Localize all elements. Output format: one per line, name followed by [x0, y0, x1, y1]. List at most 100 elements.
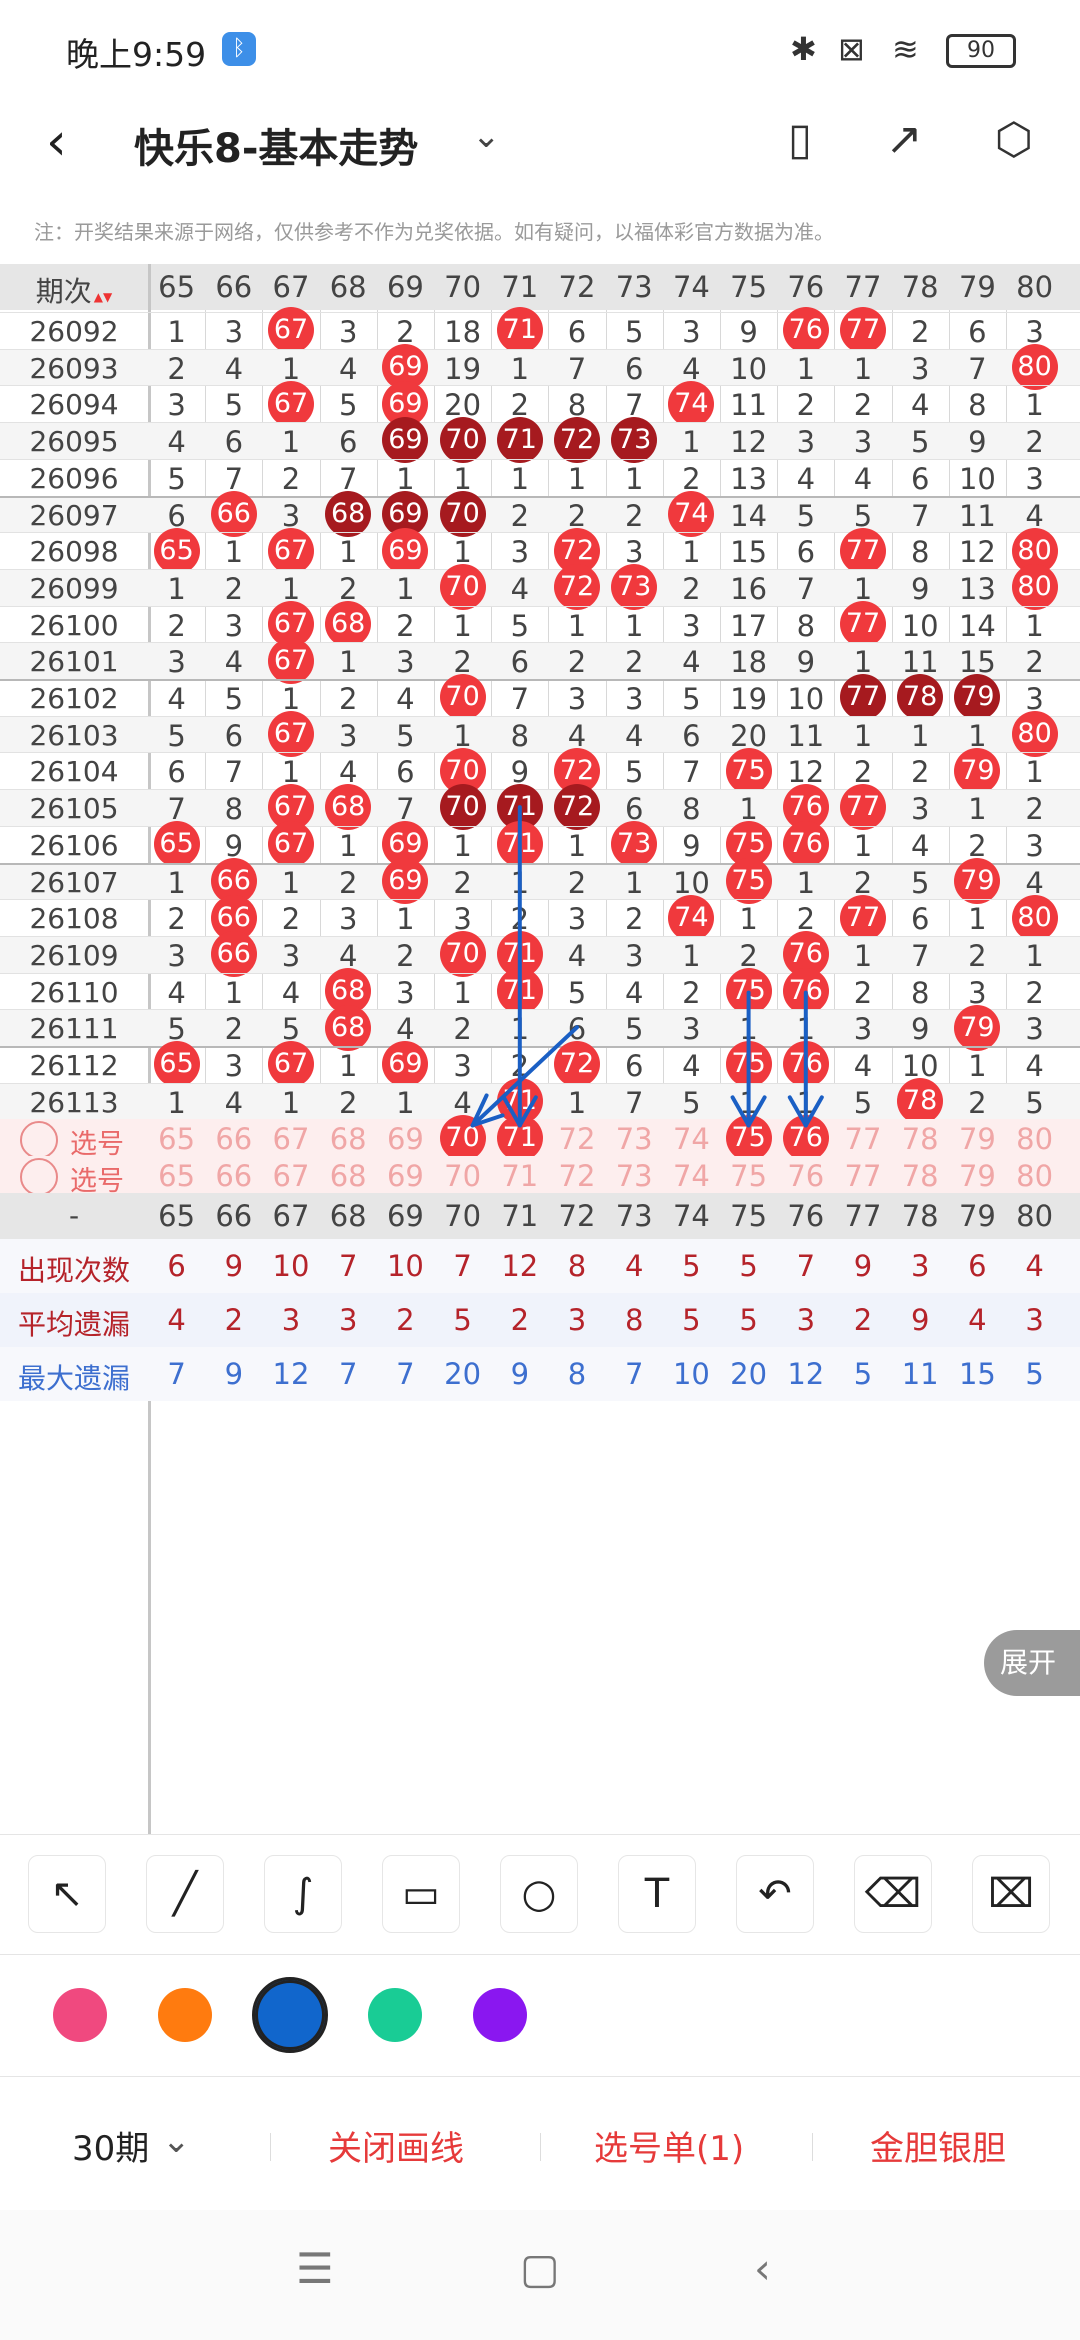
- omission-count: 2: [1025, 645, 1044, 680]
- selectable-number[interactable]: 65: [149, 1122, 205, 1156]
- selectable-number[interactable]: 67: [263, 1122, 319, 1156]
- stats-value: 20: [730, 1356, 768, 1391]
- stats-value: 12: [787, 1356, 825, 1391]
- selectable-number[interactable]: 80: [1007, 1122, 1063, 1156]
- select-row-radio[interactable]: [20, 1158, 58, 1197]
- home-icon[interactable]: ▢: [520, 2244, 560, 2293]
- omission-count: 1: [567, 828, 587, 863]
- color-swatch[interactable]: [158, 1988, 212, 2042]
- expand-button[interactable]: 展开: [984, 1630, 1080, 1696]
- omission-count: 3: [338, 315, 358, 349]
- omission-count: 6: [910, 461, 930, 496]
- selectable-number[interactable]: 74: [663, 1122, 719, 1156]
- column-header: 71: [501, 270, 539, 304]
- circle-tool[interactable]: ○: [500, 1855, 578, 1933]
- drawn-number-ball: 68: [325, 1004, 372, 1051]
- selectable-number[interactable]: 73: [606, 1159, 662, 1193]
- wifi-icon: ≋: [892, 30, 919, 68]
- color-swatch[interactable]: [252, 1977, 328, 2053]
- stats-value: 11: [901, 1356, 939, 1391]
- page-title[interactable]: 快乐8-基本走势: [134, 116, 418, 174]
- undo-tool[interactable]: ↶: [736, 1855, 814, 1933]
- selectable-number[interactable]: 74: [663, 1159, 719, 1193]
- selectable-number[interactable]: 65: [149, 1159, 205, 1193]
- selectable-number[interactable]: 72: [549, 1159, 605, 1193]
- selected-number-ball[interactable]: 71: [496, 1114, 543, 1161]
- omission-count: 5: [224, 388, 244, 423]
- footer-column-header: 71: [501, 1198, 539, 1233]
- selectable-number[interactable]: 68: [320, 1159, 376, 1193]
- selectable-number[interactable]: 73: [606, 1122, 662, 1156]
- close-lines-button[interactable]: 关闭画线: [328, 2121, 464, 2170]
- selectable-number[interactable]: 79: [949, 1122, 1005, 1156]
- clear-tool[interactable]: ⌧: [972, 1855, 1050, 1933]
- omission-count: 19: [444, 351, 482, 386]
- selectable-number[interactable]: 71: [492, 1159, 548, 1193]
- drawn-number-ball: 70: [439, 564, 486, 611]
- selectable-number[interactable]: 68: [320, 1122, 376, 1156]
- selectable-number[interactable]: 70: [435, 1159, 491, 1193]
- back-button[interactable]: ‹: [46, 112, 67, 172]
- chevron-down-icon[interactable]: ⌄: [472, 116, 501, 156]
- select-arrow-tool[interactable]: ↖: [28, 1855, 106, 1933]
- omission-count: 10: [901, 608, 939, 643]
- back-icon[interactable]: ‹: [754, 2244, 771, 2293]
- text-tool[interactable]: T: [618, 1855, 696, 1933]
- stats-value: 3: [910, 1248, 930, 1283]
- drawn-number-ball: 74: [668, 894, 715, 941]
- curve-tool[interactable]: ∫: [264, 1855, 342, 1933]
- selectable-number[interactable]: 72: [549, 1122, 605, 1156]
- line-tool[interactable]: ╱: [146, 1855, 224, 1933]
- omission-count: 10: [958, 461, 996, 496]
- sort-icon[interactable]: ▲▼: [94, 290, 112, 304]
- selectable-number[interactable]: 66: [206, 1159, 262, 1193]
- color-swatch[interactable]: [368, 1988, 422, 2042]
- omission-count: 3: [167, 388, 186, 423]
- gold-silver-button[interactable]: 金胆银胆: [870, 2121, 1006, 2170]
- menu-icon[interactable]: ☰: [296, 2244, 334, 2293]
- selected-number-ball[interactable]: 75: [725, 1114, 772, 1161]
- omission-count: 1: [567, 1085, 587, 1120]
- selectable-number[interactable]: 78: [892, 1122, 948, 1156]
- selectable-number[interactable]: 79: [949, 1159, 1005, 1193]
- eraser-tool[interactable]: ⌫: [854, 1855, 932, 1933]
- omission-count: 5: [682, 682, 701, 716]
- rectangle-tool[interactable]: ▭: [382, 1855, 460, 1933]
- period-select[interactable]: 30期: [72, 2121, 149, 2170]
- omission-count: 9: [739, 315, 758, 349]
- selected-number-ball[interactable]: 76: [782, 1114, 829, 1161]
- color-swatch[interactable]: [53, 1988, 107, 2042]
- omission-count: 4: [567, 938, 587, 973]
- omission-count: 2: [853, 388, 873, 423]
- row-divider: [0, 312, 1080, 313]
- stats-value: 12: [501, 1248, 539, 1283]
- selectable-number[interactable]: 69: [377, 1122, 433, 1156]
- table-row-period: 26093: [29, 351, 119, 385]
- selectable-number[interactable]: 78: [892, 1159, 948, 1193]
- settings-icon[interactable]: ⬡: [986, 112, 1042, 168]
- omission-count: 1: [396, 1085, 415, 1120]
- stats-value: 4: [167, 1302, 186, 1337]
- drawn-number-ball: 71: [496, 307, 543, 354]
- selection-list-button[interactable]: 选号单(1): [594, 2121, 744, 2170]
- stats-value: 5: [453, 1302, 472, 1337]
- share-icon[interactable]: ↗: [876, 112, 932, 168]
- table-row-period: 26112: [29, 1049, 119, 1082]
- bluetooth-app-badge-icon: ᛒ: [222, 32, 256, 66]
- selectable-number[interactable]: 77: [835, 1159, 891, 1193]
- selectable-number[interactable]: 75: [721, 1159, 777, 1193]
- selectable-number[interactable]: 76: [778, 1159, 834, 1193]
- selectable-number[interactable]: 67: [263, 1159, 319, 1193]
- row-divider: [0, 1009, 1080, 1011]
- omission-count: 2: [167, 902, 186, 937]
- selectable-number[interactable]: 69: [377, 1159, 433, 1193]
- color-swatch[interactable]: [473, 1988, 527, 2042]
- omission-count: 7: [796, 571, 816, 606]
- selected-number-ball[interactable]: 70: [439, 1114, 486, 1161]
- chevron-down-icon[interactable]: ⌄: [162, 2121, 191, 2161]
- selectable-number[interactable]: 77: [835, 1122, 891, 1156]
- selectable-number[interactable]: 66: [206, 1122, 262, 1156]
- phone-rotate-icon[interactable]: ▯: [772, 112, 828, 168]
- selectable-number[interactable]: 80: [1007, 1159, 1063, 1193]
- omission-count: 1: [453, 975, 472, 1010]
